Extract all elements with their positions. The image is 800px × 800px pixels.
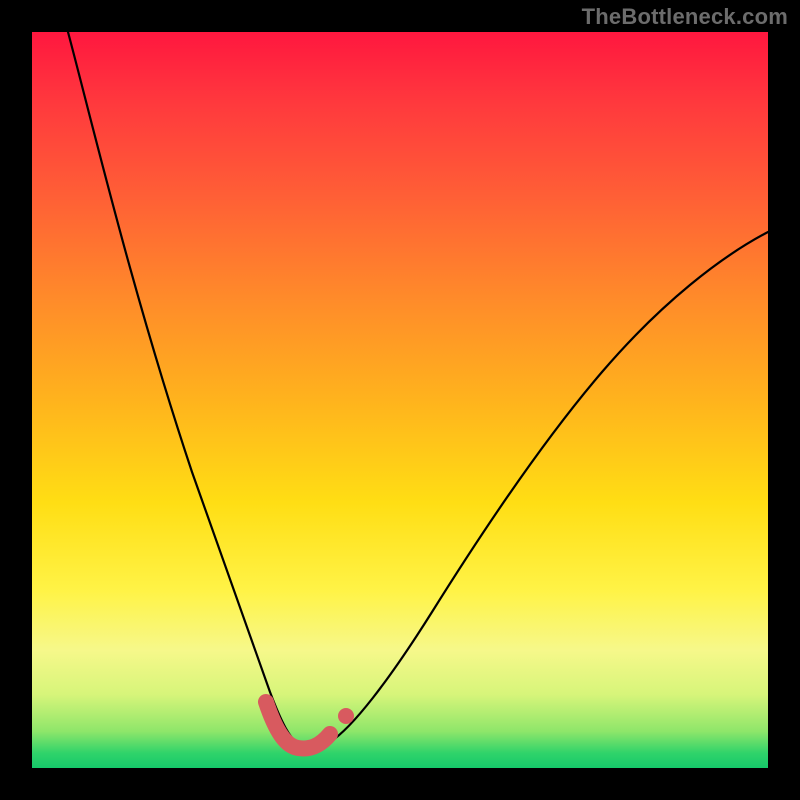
plot-area [32,32,768,768]
watermark-text: TheBottleneck.com [582,4,788,30]
highlight-dot [338,708,354,724]
trough-highlight [266,702,330,748]
outer-frame: TheBottleneck.com [0,0,800,800]
chart-svg [32,32,768,768]
bottleneck-curve [68,32,768,748]
